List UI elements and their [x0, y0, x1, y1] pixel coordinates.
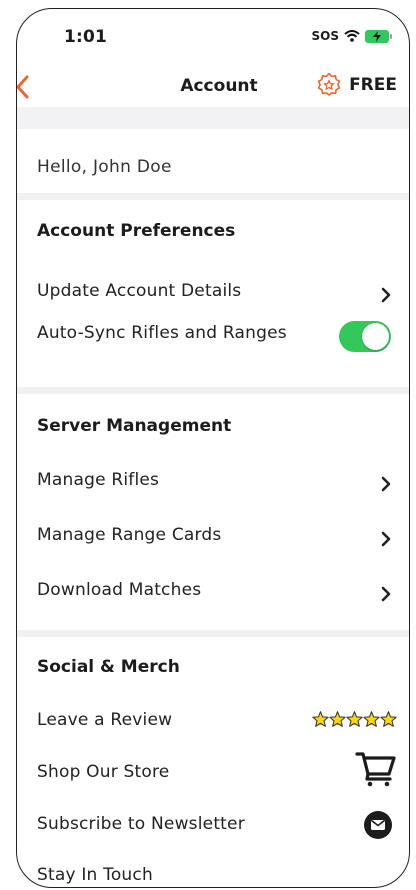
star-icon	[346, 711, 363, 727]
top-spacer	[17, 107, 409, 129]
section-title-server-management: Server Management	[37, 416, 232, 436]
download-matches-label: Download Matches	[37, 580, 202, 600]
manage-range-cards-row[interactable]: Manage Range Cards	[37, 519, 397, 555]
star-icon	[363, 711, 380, 727]
auto-sync-toggle[interactable]	[339, 321, 391, 352]
auto-sync-row: Auto-Sync Rifles and Ranges	[37, 317, 397, 353]
chevron-right-icon	[381, 586, 391, 602]
chevron-right-icon	[381, 531, 391, 547]
newsletter-row[interactable]: Subscribe to Newsletter	[37, 808, 397, 844]
chevron-right-icon	[381, 476, 391, 492]
manage-rifles-label: Manage Rifles	[37, 470, 160, 490]
chevron-right-icon	[381, 287, 391, 303]
star-icon	[312, 711, 329, 727]
phone-frame: 1:01 SOS Account FREE Hello, John Doe Ac…	[16, 8, 410, 888]
star-icon	[380, 711, 397, 727]
section-divider	[17, 387, 409, 394]
plan-label: FREE	[349, 75, 397, 95]
star-badge-icon	[317, 73, 341, 96]
manage-rifles-row[interactable]: Manage Rifles	[37, 464, 397, 500]
section-title-social-merch: Social & Merch	[37, 657, 180, 677]
sos-label: SOS	[311, 29, 340, 43]
download-matches-row[interactable]: Download Matches	[37, 574, 397, 610]
battery-charging-icon	[365, 29, 392, 43]
newsletter-label: Subscribe to Newsletter	[37, 814, 245, 834]
update-account-details-row[interactable]: Update Account Details	[37, 275, 397, 311]
nav-bar: Account FREE	[17, 63, 409, 111]
stay-in-touch-label: Stay In Touch	[37, 865, 153, 885]
status-icons: SOS	[311, 29, 392, 43]
star-icon	[329, 711, 346, 727]
shop-store-row[interactable]: Shop Our Store	[37, 752, 397, 792]
auto-sync-label: Auto-Sync Rifles and Ranges	[37, 323, 287, 343]
status-bar: 1:01 SOS	[17, 9, 409, 63]
update-account-details-label: Update Account Details	[37, 281, 242, 301]
status-time: 1:01	[64, 27, 108, 47]
manage-range-cards-label: Manage Range Cards	[37, 525, 222, 545]
stay-in-touch-row[interactable]: Stay In Touch	[37, 859, 397, 887]
cart-icon	[355, 752, 396, 787]
leave-review-label: Leave a Review	[37, 710, 173, 730]
leave-review-row[interactable]: Leave a Review	[37, 704, 397, 740]
toggle-knob	[362, 323, 389, 350]
section-title-account-preferences: Account Preferences	[37, 221, 236, 241]
section-divider	[17, 630, 409, 637]
rating-stars	[312, 711, 397, 727]
plan-badge[interactable]: FREE	[317, 73, 397, 97]
greeting: Hello, John Doe	[37, 157, 172, 177]
mail-icon	[364, 811, 392, 839]
section-divider	[17, 193, 409, 200]
shop-store-label: Shop Our Store	[37, 762, 170, 782]
wifi-icon	[344, 30, 360, 42]
